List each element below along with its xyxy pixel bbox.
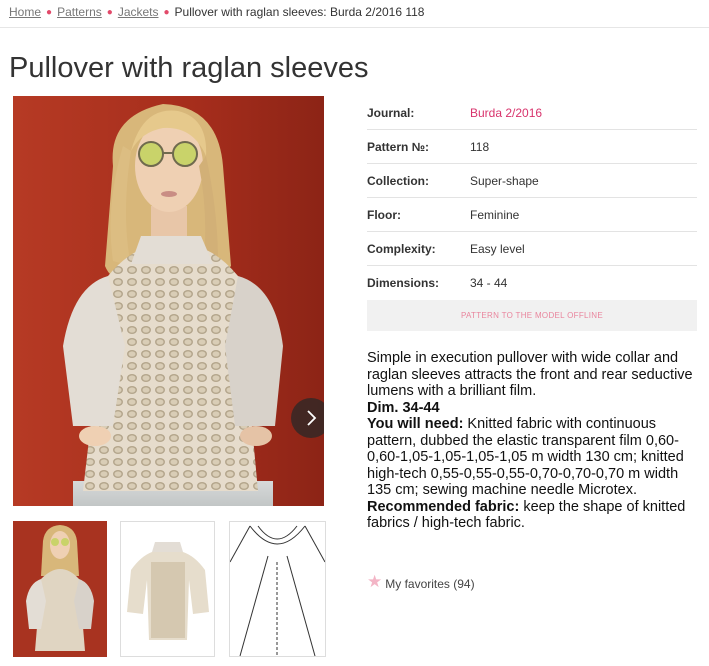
breadcrumb-separator: ●: [163, 7, 170, 18]
chevron-right-icon: [307, 410, 317, 426]
breadcrumb-jackets[interactable]: Jackets: [118, 5, 159, 19]
pattern-offline-button[interactable]: PATTERN TO THE MODEL OFFLINE: [367, 300, 697, 331]
breadcrumb-separator: ●: [46, 7, 53, 18]
thumbnail-garment[interactable]: [120, 521, 215, 657]
detail-row-collection: Collection: Super-shape: [367, 164, 697, 198]
detail-row-floor: Floor: Feminine: [367, 198, 697, 232]
breadcrumb-home[interactable]: Home: [9, 5, 41, 19]
breadcrumb-current: Pullover with raglan sleeves: Burda 2/20…: [174, 5, 425, 19]
detail-label: Pattern №:: [367, 139, 430, 154]
thumbnail-photo[interactable]: [13, 521, 107, 657]
breadcrumb: Home ● Patterns ● Jackets ● Pullover with ragl…: [9, 5, 424, 19]
detail-row-pattern-number: Pattern №: 118: [367, 130, 697, 164]
description-intro: Simple in execution pullover with wide c…: [367, 350, 693, 399]
favorites-button[interactable]: ★ My favorites (94): [367, 572, 475, 594]
divider: [0, 27, 709, 28]
detail-value: 118: [470, 139, 490, 154]
detail-label: Dimensions:: [367, 275, 440, 290]
detail-label: Journal:: [367, 105, 415, 120]
detail-row-dimensions: Dimensions: 34 - 44: [367, 266, 697, 299]
model-photo-illustration: [13, 96, 324, 506]
page-title: Pullover with raglan sleeves: [9, 52, 369, 84]
journal-link[interactable]: Burda 2/2016: [470, 106, 542, 120]
favorites-label: My favorites (94): [385, 577, 475, 591]
detail-label: Collection:: [367, 173, 429, 188]
detail-label: Floor:: [367, 207, 401, 222]
recommended-fabric-label: Recommended fabric:: [367, 498, 520, 515]
thumbnail-sketch-image: [230, 522, 325, 656]
detail-value: Super-shape: [470, 173, 539, 188]
star-icon: ★: [367, 572, 383, 591]
detail-label: Complexity:: [367, 241, 436, 256]
detail-row-journal: Journal: Burda 2/2016: [367, 96, 697, 130]
detail-value: Easy level: [470, 241, 525, 256]
detail-value: 34 - 44: [470, 275, 508, 290]
detail-value: Feminine: [470, 207, 520, 222]
materials-label: You will need:: [367, 416, 464, 432]
pattern-details: Journal: Burda 2/2016 Pattern №: 118 Col…: [367, 96, 697, 299]
pattern-description: Simple in execution pullover with wide c…: [367, 350, 697, 532]
main-product-photo[interactable]: [13, 96, 324, 506]
breadcrumb-patterns[interactable]: Patterns: [57, 5, 102, 19]
thumbnail-pattern-sketch[interactable]: [229, 521, 326, 657]
thumbnail-garment-image: [121, 522, 214, 656]
thumbnail-model-image: [13, 521, 107, 657]
breadcrumb-separator: ●: [106, 7, 113, 18]
next-image-button[interactable]: [291, 398, 324, 438]
description-dimensions: Dim. 34-44: [367, 399, 440, 416]
detail-row-complexity: Complexity: Easy level: [367, 232, 697, 266]
